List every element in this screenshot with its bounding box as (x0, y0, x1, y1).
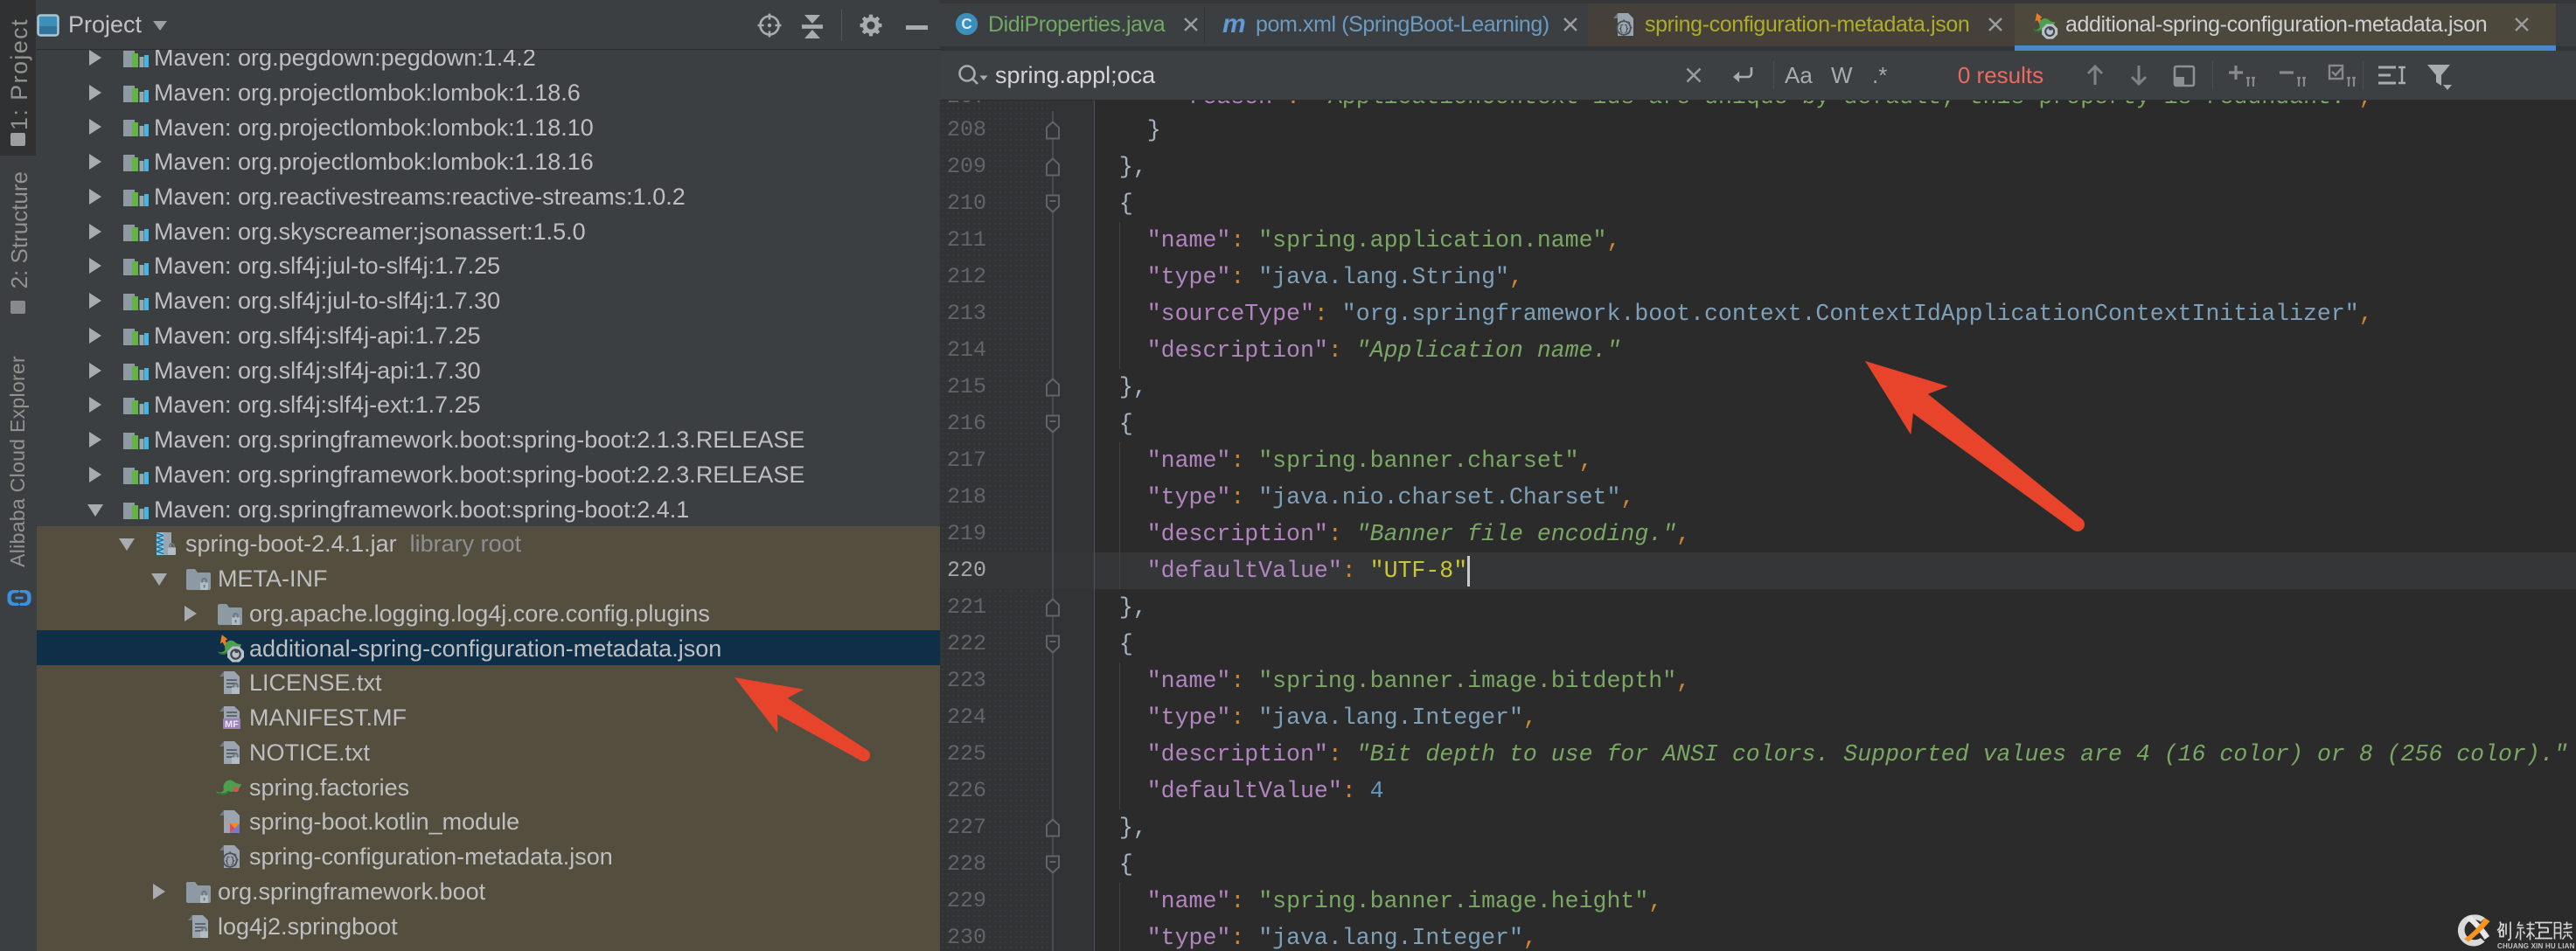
svg-text:C: C (961, 16, 971, 32)
